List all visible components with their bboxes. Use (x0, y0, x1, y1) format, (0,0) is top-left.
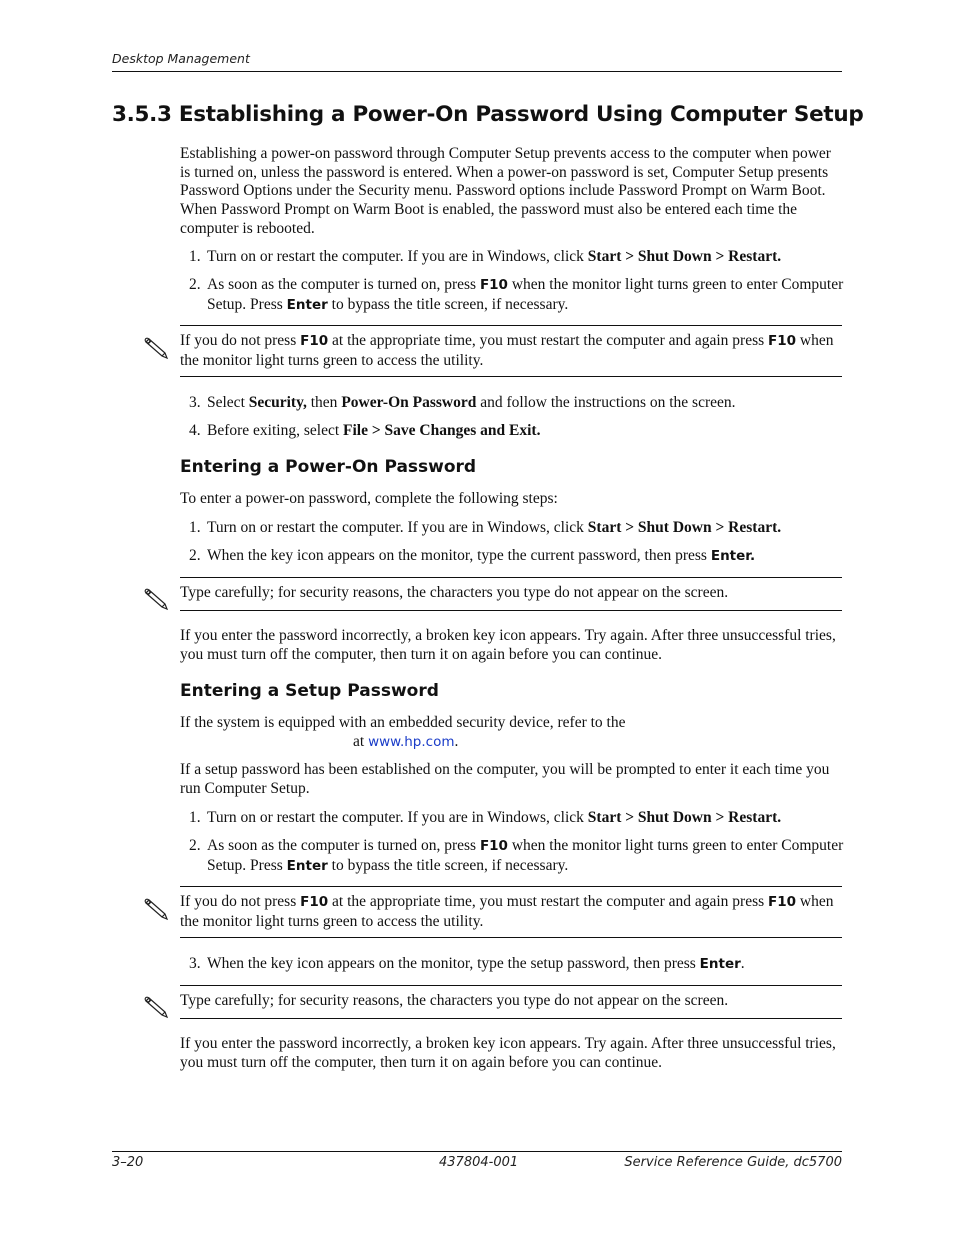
pencil-note-icon (144, 588, 169, 611)
note-rule (180, 610, 842, 611)
key-label: Enter (286, 297, 328, 313)
note-rule (180, 1018, 842, 1019)
key-label: F10 (768, 333, 797, 349)
note-text: Type carefully; for security reasons, th… (180, 992, 729, 1009)
step-item: 1. Turn on or restart the computer. If y… (189, 809, 782, 826)
note-rule (180, 985, 842, 986)
paragraph: To enter a power-on password, complete t… (180, 490, 558, 507)
step-item: 3. When the key icon appears on the moni… (189, 955, 745, 972)
step-number: 4. (189, 422, 201, 439)
note-rule (180, 376, 842, 377)
page-number: 3–20 (112, 1155, 144, 1170)
menu-path: Start > Shut Down > Restart. (587, 248, 782, 265)
header-rule (112, 71, 842, 72)
menu-path: Start > Shut Down > Restart. (587, 809, 782, 826)
pencil-note-icon (144, 996, 169, 1019)
pencil-note-icon (144, 898, 169, 921)
step-item: 4. Before exiting, select File > Save Ch… (189, 422, 541, 439)
step-number: 3. (189, 394, 201, 411)
paragraph: If you enter the password incorrectly, a… (180, 627, 836, 663)
step-item: 2. As soon as the computer is turned on,… (189, 837, 844, 874)
step-item: 2. When the key icon appears on the moni… (189, 547, 756, 564)
step-item: 1. Turn on or restart the computer. If y… (189, 519, 782, 536)
paragraph: If a setup password has been established… (180, 761, 830, 797)
step-text: Turn on or restart the computer. If you … (207, 248, 588, 265)
note-text: If you do not press F10 at the appropria… (180, 893, 834, 930)
key-label: F10 (300, 333, 329, 349)
hp-website-link[interactable]: www.hp.com (368, 734, 454, 750)
subheading-setup: Entering a Setup Password (180, 681, 439, 701)
step-item: 1. Turn on or restart the computer. If y… (189, 247, 849, 266)
section-title: 3.5.3 Establishing a Power-On Password U… (112, 102, 864, 127)
step-item: 3. Select Security, then Power-On Passwo… (189, 394, 736, 411)
key-label: F10 (479, 277, 508, 293)
paragraph: If the system is equipped with an embedd… (180, 714, 626, 750)
note-rule (180, 577, 842, 578)
paragraph: If you enter the password incorrectly, a… (180, 1035, 836, 1071)
menu-path: File > Save Changes and Exit. (343, 422, 541, 439)
step-number: 1. (189, 248, 201, 265)
step-number: 2. (189, 837, 201, 854)
menu-item: Power-On Password (341, 394, 477, 411)
step-number: 3. (189, 955, 201, 972)
key-label: F10 (300, 894, 329, 910)
menu-path: Start > Shut Down > Restart. (587, 519, 782, 536)
key-label: Enter (699, 956, 741, 972)
menu-item: Security, (248, 394, 307, 411)
note-text: If you do not press F10 at the appropria… (180, 332, 834, 369)
key-label: F10 (768, 894, 797, 910)
step-number: 1. (189, 809, 201, 826)
running-header: Desktop Management (112, 51, 250, 66)
step-text: to bypass the title screen, if necessary… (327, 296, 569, 313)
guide-title: Service Reference Guide, dc5700 (624, 1155, 842, 1170)
step-number: 2. (189, 276, 201, 293)
note-rule (180, 886, 842, 887)
step-number: 1. (189, 519, 201, 536)
key-label: F10 (479, 838, 508, 854)
step-text: As soon as the computer is turned on, pr… (207, 276, 480, 293)
key-label: Enter. (710, 548, 756, 564)
note-text: Type carefully; for security reasons, th… (180, 584, 729, 601)
step-number: 2. (189, 547, 201, 564)
section-intro: Establishing a power-on password through… (180, 145, 831, 237)
step-item: 2. As soon as the computer is turned on,… (189, 275, 849, 315)
pencil-note-icon (144, 337, 169, 360)
key-label: Enter (286, 858, 328, 874)
footer-rule (112, 1151, 842, 1152)
subheading-power-on: Entering a Power-On Password (180, 457, 477, 477)
note-rule (180, 937, 842, 938)
doc-number: 437804-001 (439, 1155, 519, 1170)
note-rule (180, 325, 842, 326)
